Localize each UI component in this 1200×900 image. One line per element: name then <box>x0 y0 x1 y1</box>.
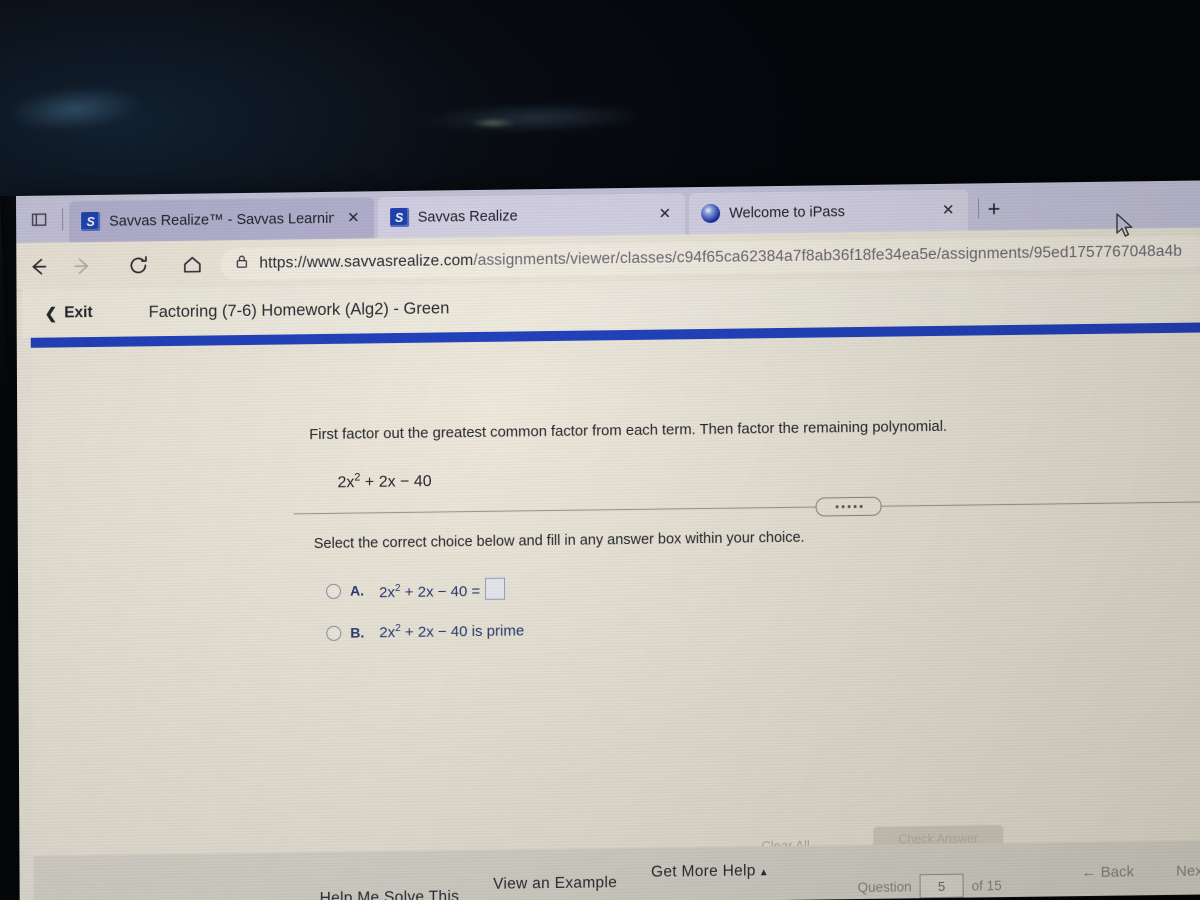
question-total-label: of 15 <box>971 877 1002 894</box>
exit-button-label: Exit <box>64 304 93 322</box>
browser-tab-3-title: Welcome to iPass <box>729 203 845 222</box>
answer-input-box[interactable] <box>485 577 506 601</box>
choice-b[interactable]: B. 2x2 + 2x − 40 is prime <box>326 613 1200 643</box>
close-icon[interactable]: ✕ <box>938 202 959 219</box>
question-number-input[interactable]: 5 <box>919 873 964 899</box>
newtab-divider <box>978 198 980 219</box>
more-options-ellipsis-icon[interactable] <box>815 496 882 517</box>
browser-window: S Savvas Realize™ - Savvas Learnin ✕ S S… <box>16 180 1200 900</box>
view-an-example-button[interactable]: View an Example <box>493 874 617 894</box>
url-host: https://www.savvasrealize.com <box>259 251 474 272</box>
address-input[interactable]: https://www.savvasrealize.com/assignment… <box>220 234 1200 280</box>
question-counter-label: Question <box>857 878 912 895</box>
question-counter: Question 5 of 15 <box>858 873 1002 899</box>
browser-tab-3[interactable]: Welcome to iPass ✕ <box>689 189 969 235</box>
choice-a-letter: A. <box>350 582 365 599</box>
back-arrow-icon[interactable] <box>16 244 60 289</box>
caret-up-icon: ▲ <box>758 867 769 879</box>
browser-tab-2[interactable]: S Savvas Realize ✕ <box>377 193 686 239</box>
radio-icon[interactable] <box>326 625 342 641</box>
mouse-cursor-icon <box>1114 212 1136 245</box>
savvas-favicon: S <box>81 211 101 232</box>
assignment-title: Factoring (7-6) Homework (Alg2) - Green <box>148 298 450 321</box>
address-url-text: https://www.savvasrealize.com/assignment… <box>259 242 1182 272</box>
next-button[interactable]: Next <box>1176 862 1200 879</box>
browser-tab-1-title: Savvas Realize™ - Savvas Learnin <box>109 210 335 230</box>
choice-a-expression: 2x2 + 2x − 40 = <box>379 577 506 602</box>
savvas-favicon: S <box>389 207 409 228</box>
new-tab-button[interactable]: + <box>987 196 1008 230</box>
close-icon[interactable]: ✕ <box>343 210 364 227</box>
ipass-favicon <box>701 203 721 224</box>
tab-divider <box>62 208 64 231</box>
question-prompt: First factor out the greatest common fac… <box>309 418 948 444</box>
url-path: /assignments/viewer/classes/c94f65ca6238… <box>473 242 1183 269</box>
choice-a[interactable]: A. 2x2 + 2x − 40 = <box>326 569 1200 603</box>
exit-button[interactable]: ❮ Exit <box>45 304 93 323</box>
back-button[interactable]: ← Back <box>1081 863 1134 881</box>
reload-icon[interactable] <box>116 243 160 288</box>
back-arrow-icon: ← <box>1081 863 1097 882</box>
close-icon[interactable]: ✕ <box>655 205 676 222</box>
choice-b-expression: 2x2 + 2x − 40 is prime <box>379 622 525 642</box>
question-content: First factor out the greatest common fac… <box>293 414 1200 664</box>
choice-b-letter: B. <box>350 624 365 641</box>
question-navigation: ← Back Next <box>1081 862 1200 881</box>
photo-of-screen: S Savvas Realize™ - Savvas Learnin ✕ S S… <box>0 0 1200 900</box>
home-icon[interactable] <box>170 242 214 287</box>
help-links: Help Me Solve This View an Example Get M… <box>320 860 770 900</box>
help-me-solve-this-button[interactable]: Help Me Solve This <box>320 888 460 900</box>
radio-icon[interactable] <box>326 583 342 599</box>
lock-icon <box>234 253 249 273</box>
question-expression: 2x2 + 2x − 40 <box>337 471 432 492</box>
forward-arrow-icon[interactable] <box>60 243 104 288</box>
divider-line <box>293 501 1200 515</box>
section-divider <box>293 491 1200 525</box>
assignment-page: First factor out the greatest common fac… <box>30 332 1200 900</box>
browser-tab-2-title: Savvas Realize <box>417 207 518 226</box>
question-instruction: Select the correct choice below and fill… <box>313 530 805 553</box>
answer-choices: A. 2x2 + 2x − 40 = B. 2x2 + 2x − 40 is p… <box>294 569 1200 643</box>
browser-tab-1[interactable]: S Savvas Realize™ - Savvas Learnin ✕ <box>69 197 374 243</box>
get-more-help-button[interactable]: Get More Help ▲ <box>651 862 769 882</box>
window-restore-icon[interactable] <box>16 195 62 243</box>
chevron-left-icon: ❮ <box>44 305 58 323</box>
background-reflection-center <box>429 101 641 135</box>
background-reflection-highlight <box>470 118 516 128</box>
